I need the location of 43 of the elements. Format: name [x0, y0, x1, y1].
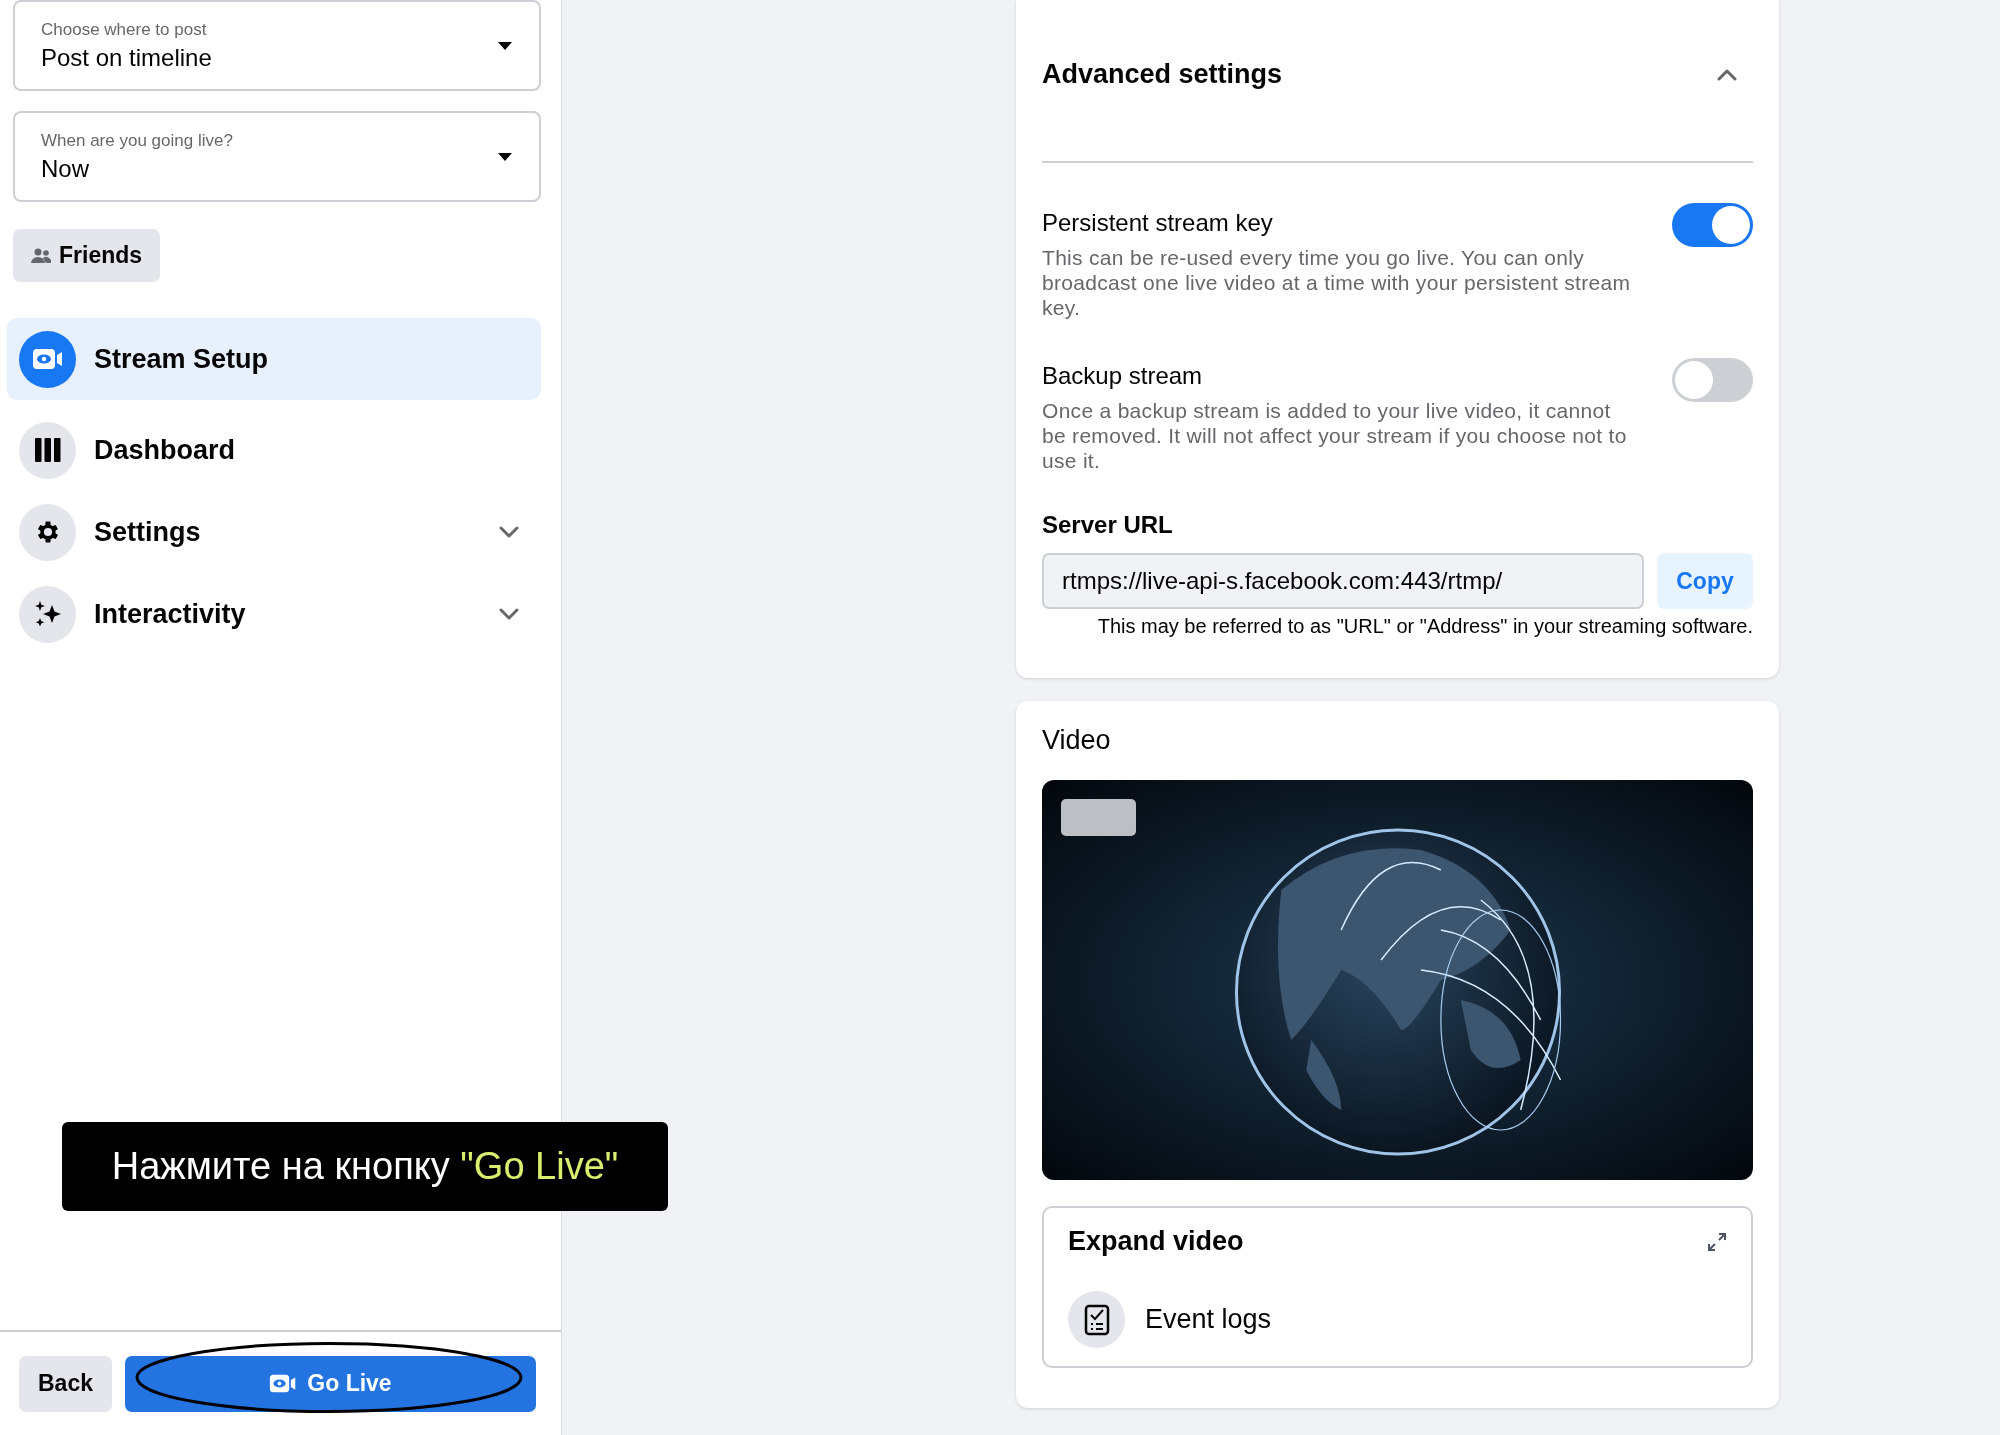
field-hint: This may be referred to as "URL" or "Address" in your streaming software.: [1096, 615, 1753, 638]
nav-item[interactable]: Stream Setup: [7, 318, 541, 400]
nav-item[interactable]: Dashboard: [7, 409, 541, 491]
field-label: Server URL: [1042, 511, 1174, 539]
collapse-chevron-icon[interactable]: [1717, 68, 1737, 81]
server-url-field[interactable]: rtmps://live-api-s.facebook.com:443/rtmp/: [1042, 553, 1644, 609]
video-camera-icon: [269, 1373, 298, 1394]
setting-title: Persistent stream key: [1042, 209, 1274, 237]
event-logs-link[interactable]: Event logs: [1145, 1304, 1272, 1335]
columns-icon: [34, 438, 61, 462]
card-title: Video: [1042, 725, 1112, 756]
nav-item[interactable]: Interactivity: [7, 573, 541, 655]
copy-button[interactable]: Copy: [1657, 553, 1753, 609]
setting-description: Once a backup stream is added to your live video, it cannot be removed. It will not affect your stream if you choose not to use it.: [1042, 398, 1628, 473]
people-icon: [31, 247, 51, 264]
nav-label: Interactivity: [94, 598, 247, 630]
audience-button[interactable]: Friends: [13, 229, 161, 282]
expand-chevron-icon[interactable]: [499, 526, 519, 538]
dropdown-field[interactable]: When are you going live? Now: [13, 111, 541, 202]
expand-chevron-icon[interactable]: [499, 608, 519, 620]
tooltip-text: Нажмите на кнопку "Go Live": [111, 1145, 619, 1188]
toggle-switch[interactable]: [1672, 203, 1753, 247]
nav-item[interactable]: Settings: [7, 491, 541, 573]
dropdown-field[interactable]: Choose where to post Post on timeline: [13, 0, 541, 91]
toggle-switch[interactable]: [1672, 358, 1753, 402]
dropdown-label: When are you going live?: [41, 130, 233, 151]
dropdown-caret-icon: [497, 151, 513, 162]
expand-video-label: Expand video: [1068, 1226, 1244, 1257]
dropdown-value: Post on timeline: [41, 43, 212, 72]
video-camera-icon: [31, 347, 64, 371]
dropdown-label: Choose where to post: [41, 19, 208, 40]
nav-label: Settings: [94, 516, 202, 548]
back-button[interactable]: Back: [19, 1355, 112, 1412]
dropdown-caret-icon: [497, 40, 513, 51]
dropdown-value: Now: [41, 154, 90, 183]
setting-description: This can be re-used every time you go live. You can only broadcast one live video at a time with your persistent stream key.: [1042, 245, 1632, 320]
go-live-button[interactable]: Go Live: [125, 1355, 536, 1412]
nav-label: Dashboard: [94, 434, 237, 466]
nav-label: Stream Setup: [94, 343, 270, 375]
setting-title: Backup stream: [1042, 362, 1204, 390]
expand-icon[interactable]: [1707, 1231, 1727, 1252]
section-title: Advanced settings: [1042, 59, 1283, 90]
checklist-icon: [1083, 1303, 1110, 1336]
